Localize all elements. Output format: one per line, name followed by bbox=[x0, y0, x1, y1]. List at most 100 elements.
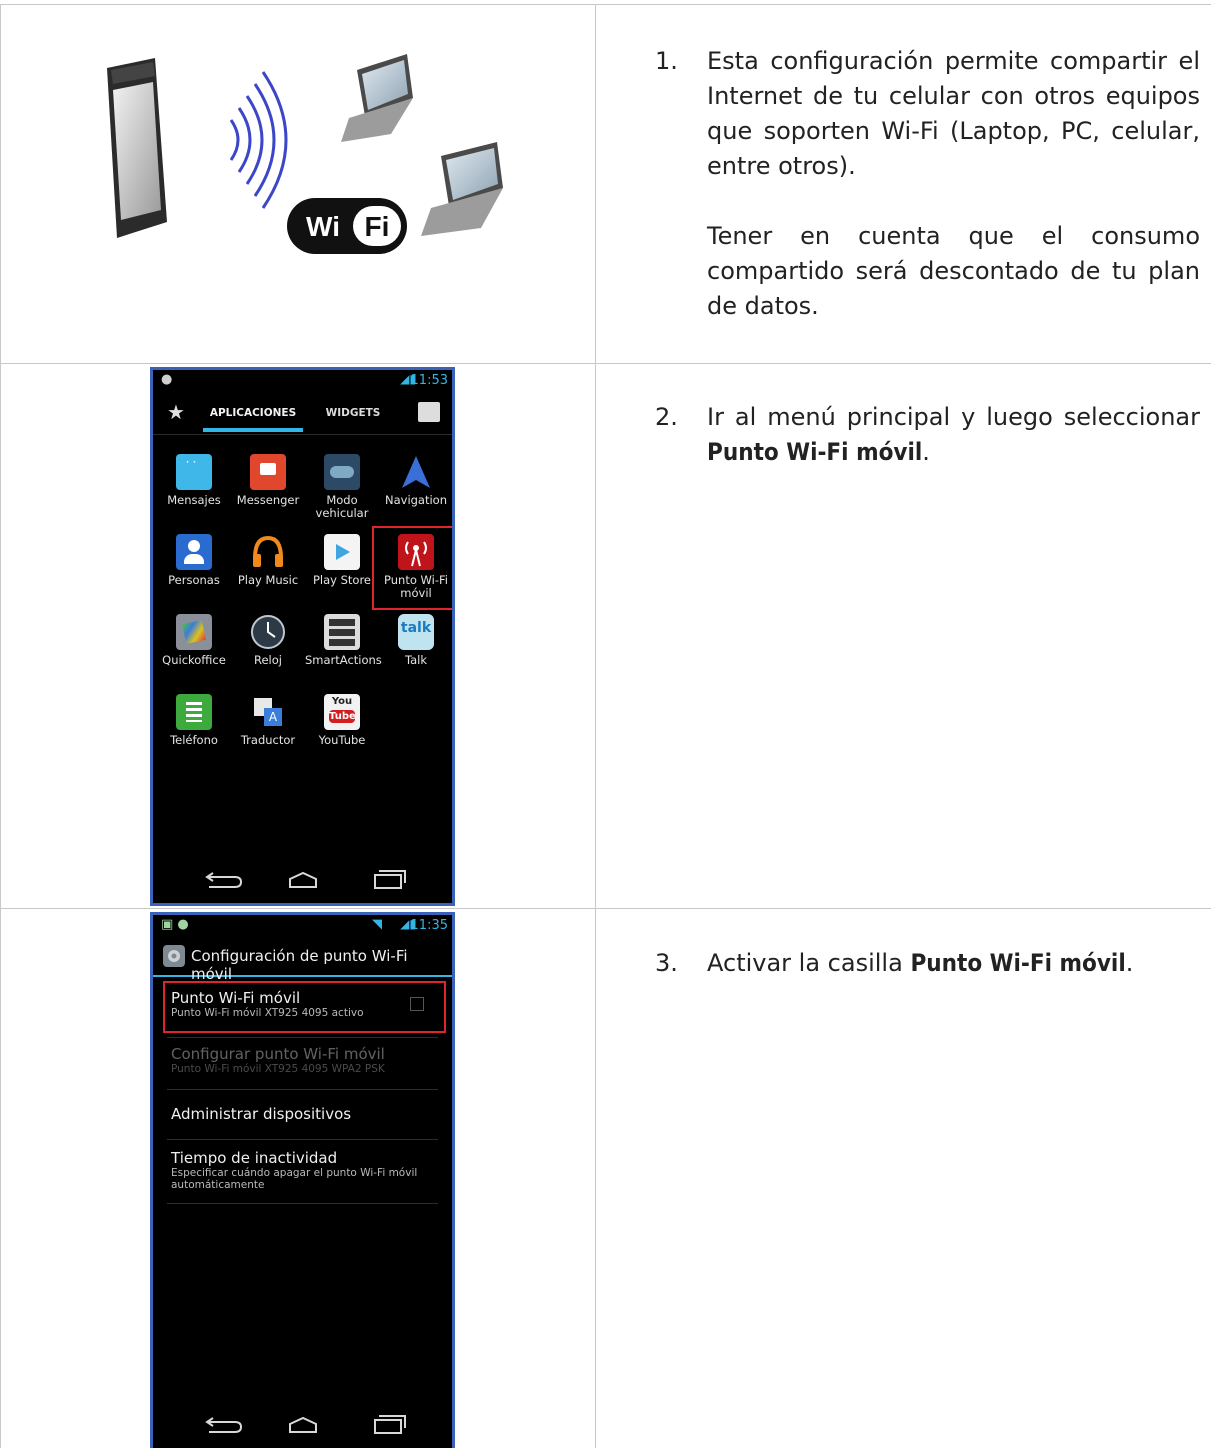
app-drawer-screenshot: ● ◢▮ 11:53 ★ APLICACIONES WIDGETS ˙˙ Men… bbox=[150, 367, 455, 906]
tab-widgets[interactable]: WIDGETS bbox=[318, 394, 388, 432]
status-bar: ● ◢▮ 11:53 bbox=[153, 370, 452, 392]
translate-icon: A bbox=[250, 694, 286, 730]
table-border-top bbox=[0, 4, 1211, 5]
divider bbox=[167, 1139, 438, 1140]
table-border-left bbox=[0, 4, 1, 1448]
wireless-waves-icon bbox=[229, 71, 288, 209]
app-label: Mensajes bbox=[167, 493, 221, 507]
divider bbox=[167, 1037, 438, 1038]
navigation-icon bbox=[398, 454, 434, 490]
table-row-divider bbox=[0, 908, 1211, 909]
youtube-badge-top: You bbox=[331, 696, 353, 707]
nav-buttons bbox=[205, 870, 406, 889]
navigation-bar bbox=[153, 857, 452, 903]
app-label: Traductor bbox=[240, 733, 296, 747]
car-mode-icon bbox=[324, 454, 360, 490]
status-time: 11:53 bbox=[410, 373, 448, 388]
phone-icon bbox=[176, 694, 212, 730]
app-modo-vehicular[interactable]: Modo vehicular bbox=[305, 454, 379, 520]
app-play-store[interactable]: Play Store bbox=[305, 534, 379, 587]
app-label: SmartActions bbox=[305, 653, 382, 667]
clock-icon bbox=[250, 614, 286, 650]
recent-apps-icon bbox=[374, 1415, 406, 1434]
divider bbox=[167, 1089, 438, 1090]
android-notification-icon: ● bbox=[161, 372, 173, 387]
app-youtube[interactable]: You Tube YouTube bbox=[305, 694, 379, 747]
app-label: YouTube bbox=[318, 733, 366, 747]
app-mensajes[interactable]: ˙˙ Mensajes bbox=[157, 454, 231, 507]
youtube-icon: You Tube bbox=[324, 694, 360, 730]
notification-icons: ▣ ● bbox=[161, 917, 189, 932]
setting-subtitle: Especificar cuándo apagar el punto Wi-Fi… bbox=[171, 1167, 418, 1191]
setting-title: Administrar dispositivos bbox=[171, 1105, 352, 1123]
app-talk[interactable]: talk Talk bbox=[379, 614, 452, 667]
play-store-icon bbox=[324, 534, 360, 570]
talk-badge: talk bbox=[400, 620, 432, 636]
app-messenger[interactable]: Messenger bbox=[231, 454, 305, 507]
setting-tiempo-inactividad[interactable]: Tiempo de inactividad Especificar cuándo… bbox=[171, 1149, 438, 1191]
app-personas[interactable]: Personas bbox=[157, 534, 231, 587]
step-text-suffix: . bbox=[922, 438, 930, 466]
step-2: 2. Ir al menú principal y luego seleccio… bbox=[655, 400, 1200, 470]
setting-title: Tiempo de inactividad bbox=[171, 1149, 338, 1167]
quickoffice-icon bbox=[176, 614, 212, 650]
app-label: Play Music bbox=[237, 573, 299, 587]
app-quickoffice[interactable]: Quickoffice bbox=[157, 614, 231, 667]
navigation-bar bbox=[153, 1402, 452, 1448]
hotspot-settings-screenshot: ▣ ● ◥ ◢▮ 11:35 Configuración de punto Wi… bbox=[150, 912, 455, 1448]
app-label: Navigation bbox=[384, 493, 448, 507]
laptop-icon bbox=[341, 54, 413, 142]
youtube-badge-bottom: Tube bbox=[329, 710, 356, 723]
headphones-icon bbox=[250, 534, 286, 570]
page-title: Configuración de punto Wi-Fi móvil bbox=[191, 947, 408, 983]
contacts-icon bbox=[176, 534, 212, 570]
home-icon bbox=[289, 1416, 317, 1433]
step-text-prefix: Ir al menú principal y luego seleccionar bbox=[707, 403, 1200, 431]
settings-header: Configuración de punto Wi-Fi móvil bbox=[153, 939, 452, 983]
step-note: Tener en cuenta que el consumo compartid… bbox=[707, 222, 1200, 320]
step-text-suffix: . bbox=[1125, 949, 1134, 977]
settings-gear-icon bbox=[163, 945, 185, 967]
app-label: Messenger bbox=[236, 493, 300, 507]
wifi-logo: Wi Fi bbox=[287, 198, 407, 254]
table-column-divider bbox=[595, 4, 596, 1448]
step-text: Esta configuración permite compartir el … bbox=[707, 47, 1200, 180]
setting-subtitle: Punto Wi-Fi móvil XT925 4095 WPA2 PSK bbox=[171, 1063, 385, 1075]
star-icon[interactable]: ★ bbox=[167, 400, 185, 424]
app-telefono[interactable]: Teléfono bbox=[157, 694, 231, 747]
app-play-music[interactable]: Play Music bbox=[231, 534, 305, 587]
wifi-sharing-illustration: Wi Fi bbox=[95, 50, 515, 280]
app-smartactions[interactable]: SmartActions bbox=[305, 614, 382, 667]
app-label: Personas bbox=[168, 573, 220, 587]
smartactions-icon bbox=[324, 614, 360, 650]
wifi-signal-icon: ◥ bbox=[372, 917, 382, 932]
status-time: 11:35 bbox=[410, 918, 448, 933]
store-bag-icon[interactable] bbox=[418, 402, 440, 422]
step-text: Ir al menú principal y luego seleccionar… bbox=[707, 400, 1200, 470]
step-number: 3. bbox=[655, 949, 678, 977]
setting-administrar-dispositivos[interactable]: Administrar dispositivos bbox=[171, 1105, 438, 1123]
step-text-bold: Punto Wi-Fi móvil bbox=[707, 438, 923, 466]
app-label: Play Store bbox=[312, 573, 372, 587]
tab-label: WIDGETS bbox=[325, 407, 381, 419]
back-icon bbox=[205, 872, 243, 888]
tab-aplicaciones[interactable]: APLICACIONES bbox=[203, 394, 303, 432]
wifi-logo-right: Fi bbox=[365, 211, 390, 242]
highlight-box bbox=[163, 981, 446, 1033]
nav-buttons bbox=[205, 1415, 406, 1434]
phone-wifi-laptops-image: Wi Fi bbox=[107, 54, 503, 254]
status-bar: ▣ ● ◥ ◢▮ 11:35 bbox=[153, 915, 452, 937]
step-1: 1. Esta configuración permite compartir … bbox=[655, 44, 1200, 324]
back-icon bbox=[205, 1417, 243, 1433]
app-traductor[interactable]: A Traductor bbox=[231, 694, 305, 747]
home-icon bbox=[289, 871, 317, 888]
setting-configurar-punto[interactable]: Configurar punto Wi-Fi móvil Punto Wi-Fi… bbox=[171, 1045, 438, 1075]
app-reloj[interactable]: Reloj bbox=[231, 614, 305, 667]
wifi-logo-left: Wi bbox=[306, 211, 340, 242]
app-label: Reloj bbox=[254, 653, 282, 667]
laptop-icon bbox=[421, 142, 503, 236]
step-number: 1. bbox=[655, 47, 678, 75]
mobile-phone-icon bbox=[107, 58, 167, 238]
app-navigation[interactable]: Navigation bbox=[379, 454, 452, 507]
highlight-box bbox=[372, 526, 452, 610]
